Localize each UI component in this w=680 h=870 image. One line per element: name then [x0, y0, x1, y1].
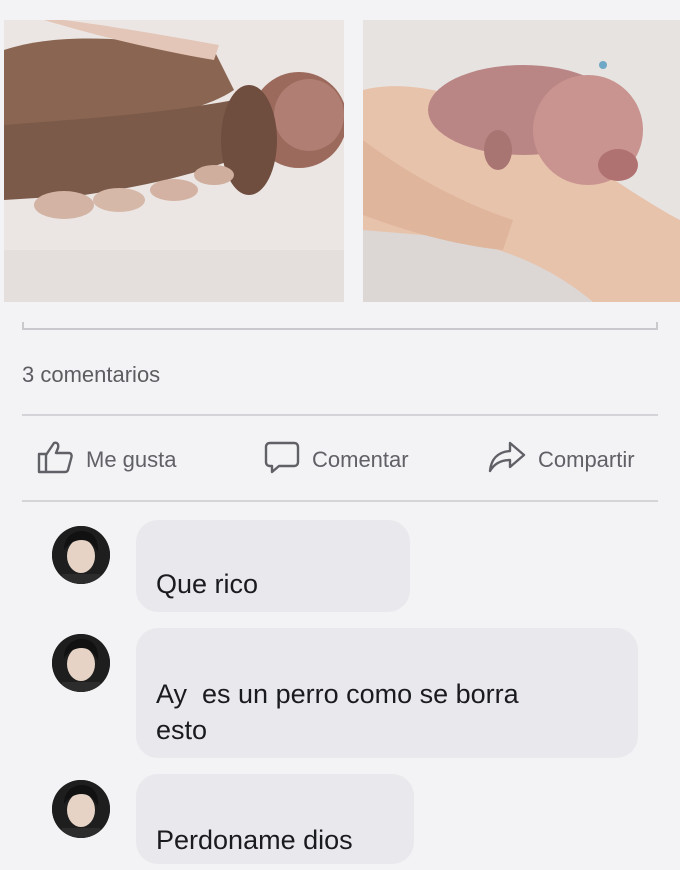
post-photo-left[interactable] [4, 20, 344, 302]
comment-bubble[interactable]: Que rico [136, 520, 410, 612]
comment-text: Que rico [156, 569, 259, 599]
post-action-bar: Me gusta Comentar Compartir [22, 432, 658, 488]
like-label: Me gusta [86, 447, 177, 472]
photo-left-image [4, 20, 344, 302]
comment-bubble[interactable]: Ay es un perro como se borra esto [136, 628, 638, 758]
share-button[interactable]: Compartir [488, 432, 635, 488]
comment-bubble[interactable]: Perdoname dios [136, 774, 414, 864]
avatar-image [52, 634, 110, 692]
share-label: Compartir [538, 447, 635, 472]
photo-progress-rule [22, 322, 658, 330]
divider [22, 414, 658, 416]
like-button[interactable]: Me gusta [36, 432, 177, 488]
comment-label: Comentar [312, 447, 409, 472]
comment-text-line-1: Ay es un perro como se borra [156, 679, 519, 709]
speech-bubble-icon [264, 440, 300, 480]
avatar-image [52, 780, 110, 838]
thumbs-up-icon [36, 440, 74, 480]
divider [22, 500, 658, 502]
photo-gap [344, 20, 363, 302]
avatar[interactable] [52, 634, 110, 692]
comment-count[interactable]: 3 comentarios [22, 362, 160, 388]
comment-button[interactable]: Comentar [264, 432, 409, 488]
post-card: 3 comentarios Me gusta Comentar Comparti… [0, 0, 680, 870]
comment-text: Perdoname dios [156, 825, 353, 855]
photo-right-image [363, 20, 680, 302]
share-arrow-icon [488, 440, 526, 480]
avatar[interactable] [52, 526, 110, 584]
avatar-image [52, 526, 110, 584]
post-photo-right[interactable] [363, 20, 680, 302]
avatar[interactable] [52, 780, 110, 838]
comment-text-line-2: esto [156, 715, 208, 745]
